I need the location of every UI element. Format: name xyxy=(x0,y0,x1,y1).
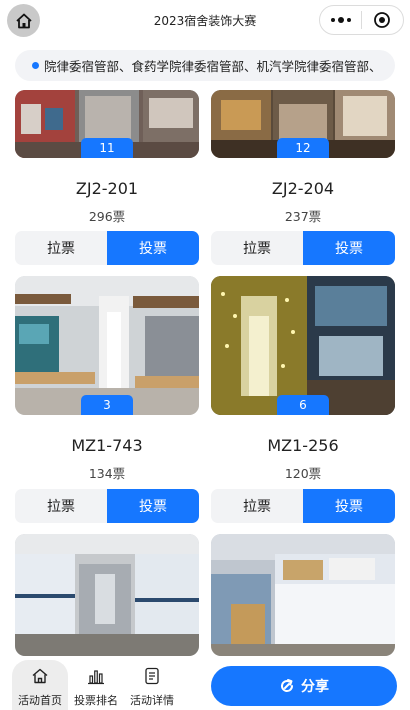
tab-label: 活动首页 xyxy=(18,694,62,707)
entry-number-badge: 3 xyxy=(81,395,133,415)
card-actions: 拉票 投票 xyxy=(15,231,199,265)
vote-count: 296票 xyxy=(88,209,126,224)
tab-vote-ranking[interactable]: 投票排名 xyxy=(68,660,124,710)
card-actions: 拉票 投票 xyxy=(211,489,395,523)
vote-button[interactable]: 投票 xyxy=(107,489,199,523)
card-actions: 拉票 投票 xyxy=(15,489,199,523)
room-number: MZ1-743 xyxy=(71,436,143,455)
vote-button[interactable]: 投票 xyxy=(303,231,395,265)
bottom-nav: 活动首页 投票排名 活动详情 分享 xyxy=(0,656,410,710)
notice-dot-icon xyxy=(32,62,39,69)
bar-chart-icon xyxy=(86,664,106,688)
share-refresh-icon xyxy=(281,679,294,692)
entry-number-badge: 11 xyxy=(81,138,133,158)
home-outline-icon xyxy=(30,664,50,688)
record-target-icon[interactable] xyxy=(362,11,403,29)
tab-label: 活动详情 xyxy=(130,694,174,707)
mini-program-capsule xyxy=(319,5,404,35)
pull-votes-button[interactable]: 拉票 xyxy=(211,489,303,523)
dorm-photo[interactable] xyxy=(15,534,199,656)
pull-votes-button[interactable]: 拉票 xyxy=(15,231,107,265)
room-number: MZ1-256 xyxy=(267,436,339,455)
tab-activity-home[interactable]: 活动首页 xyxy=(12,660,68,710)
tab-label: 投票排名 xyxy=(74,694,118,707)
vote-count: 120票 xyxy=(284,466,322,481)
document-icon xyxy=(142,664,162,688)
dorm-photo[interactable] xyxy=(211,534,395,656)
pull-votes-button[interactable]: 拉票 xyxy=(211,231,303,265)
vote-count: 134票 xyxy=(88,466,126,481)
vote-button[interactable]: 投票 xyxy=(303,489,395,523)
vote-button[interactable]: 投票 xyxy=(107,231,199,265)
notice-text: 院律委宿管部、食药学院律委宿管部、机汽学院律委宿管部、 xyxy=(44,59,382,74)
more-dots-icon[interactable] xyxy=(320,16,361,23)
vote-count: 237票 xyxy=(284,209,322,224)
pull-votes-button[interactable]: 拉票 xyxy=(15,489,107,523)
tab-activity-details[interactable]: 活动详情 xyxy=(124,660,180,710)
top-header: 2023宿舍装饰大赛 xyxy=(0,0,410,44)
entry-number-badge: 12 xyxy=(277,138,329,158)
share-button[interactable]: 分享 xyxy=(211,666,397,706)
page: 2023宿舍装饰大赛 院律委宿管部、食药学院律委宿管部、机汽学院律委宿管部、 1… xyxy=(0,0,410,710)
entry-number-badge: 6 xyxy=(277,395,329,415)
card-actions: 拉票 投票 xyxy=(211,231,395,265)
room-number: ZJ2-201 xyxy=(75,179,139,198)
share-label: 分享 xyxy=(301,679,329,695)
notice-bar: 院律委宿管部、食药学院律委宿管部、机汽学院律委宿管部、 xyxy=(15,50,395,81)
room-number: ZJ2-204 xyxy=(271,179,335,198)
